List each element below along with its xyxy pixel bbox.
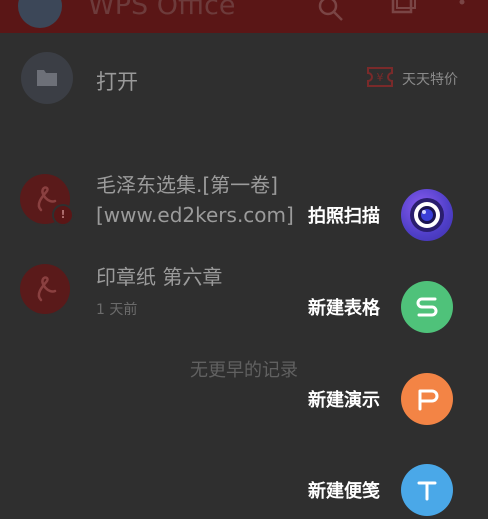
fab-scan-label[interactable]: 拍照扫描 xyxy=(308,202,380,228)
fab-scan-item[interactable]: 拍照扫描 xyxy=(0,187,488,243)
camera-scan-icon[interactable] xyxy=(401,189,453,241)
user-avatar[interactable] xyxy=(18,0,62,28)
files-icon[interactable] xyxy=(388,0,418,30)
open-file-row[interactable]: 打开 ¥ 天天特价 xyxy=(0,40,488,120)
search-icon[interactable] xyxy=(316,0,346,30)
folder-icon xyxy=(21,52,73,104)
spreadsheet-s-icon[interactable] xyxy=(401,281,453,333)
note-t-icon[interactable] xyxy=(401,464,453,516)
fab-spreadsheet-label[interactable]: 新建表格 xyxy=(308,294,380,320)
fab-new-presentation-item[interactable]: 新建演示 xyxy=(0,371,488,427)
fab-new-note-item[interactable]: 新建便笺 xyxy=(0,462,488,518)
more-icon[interactable] xyxy=(452,0,472,30)
ticket-icon[interactable]: ¥ xyxy=(367,66,393,92)
daily-deal-link[interactable]: 天天特价 xyxy=(402,69,458,89)
presentation-p-icon[interactable] xyxy=(401,373,453,425)
fab-new-spreadsheet-item[interactable]: 新建表格 xyxy=(0,279,488,335)
open-label: 打开 xyxy=(96,70,138,94)
top-app-bar: WPS Office xyxy=(0,0,488,33)
app-title: WPS Office xyxy=(88,0,236,21)
fab-presentation-label[interactable]: 新建演示 xyxy=(308,386,380,412)
svg-text:¥: ¥ xyxy=(377,71,384,84)
fab-note-label[interactable]: 新建便笺 xyxy=(308,477,380,503)
